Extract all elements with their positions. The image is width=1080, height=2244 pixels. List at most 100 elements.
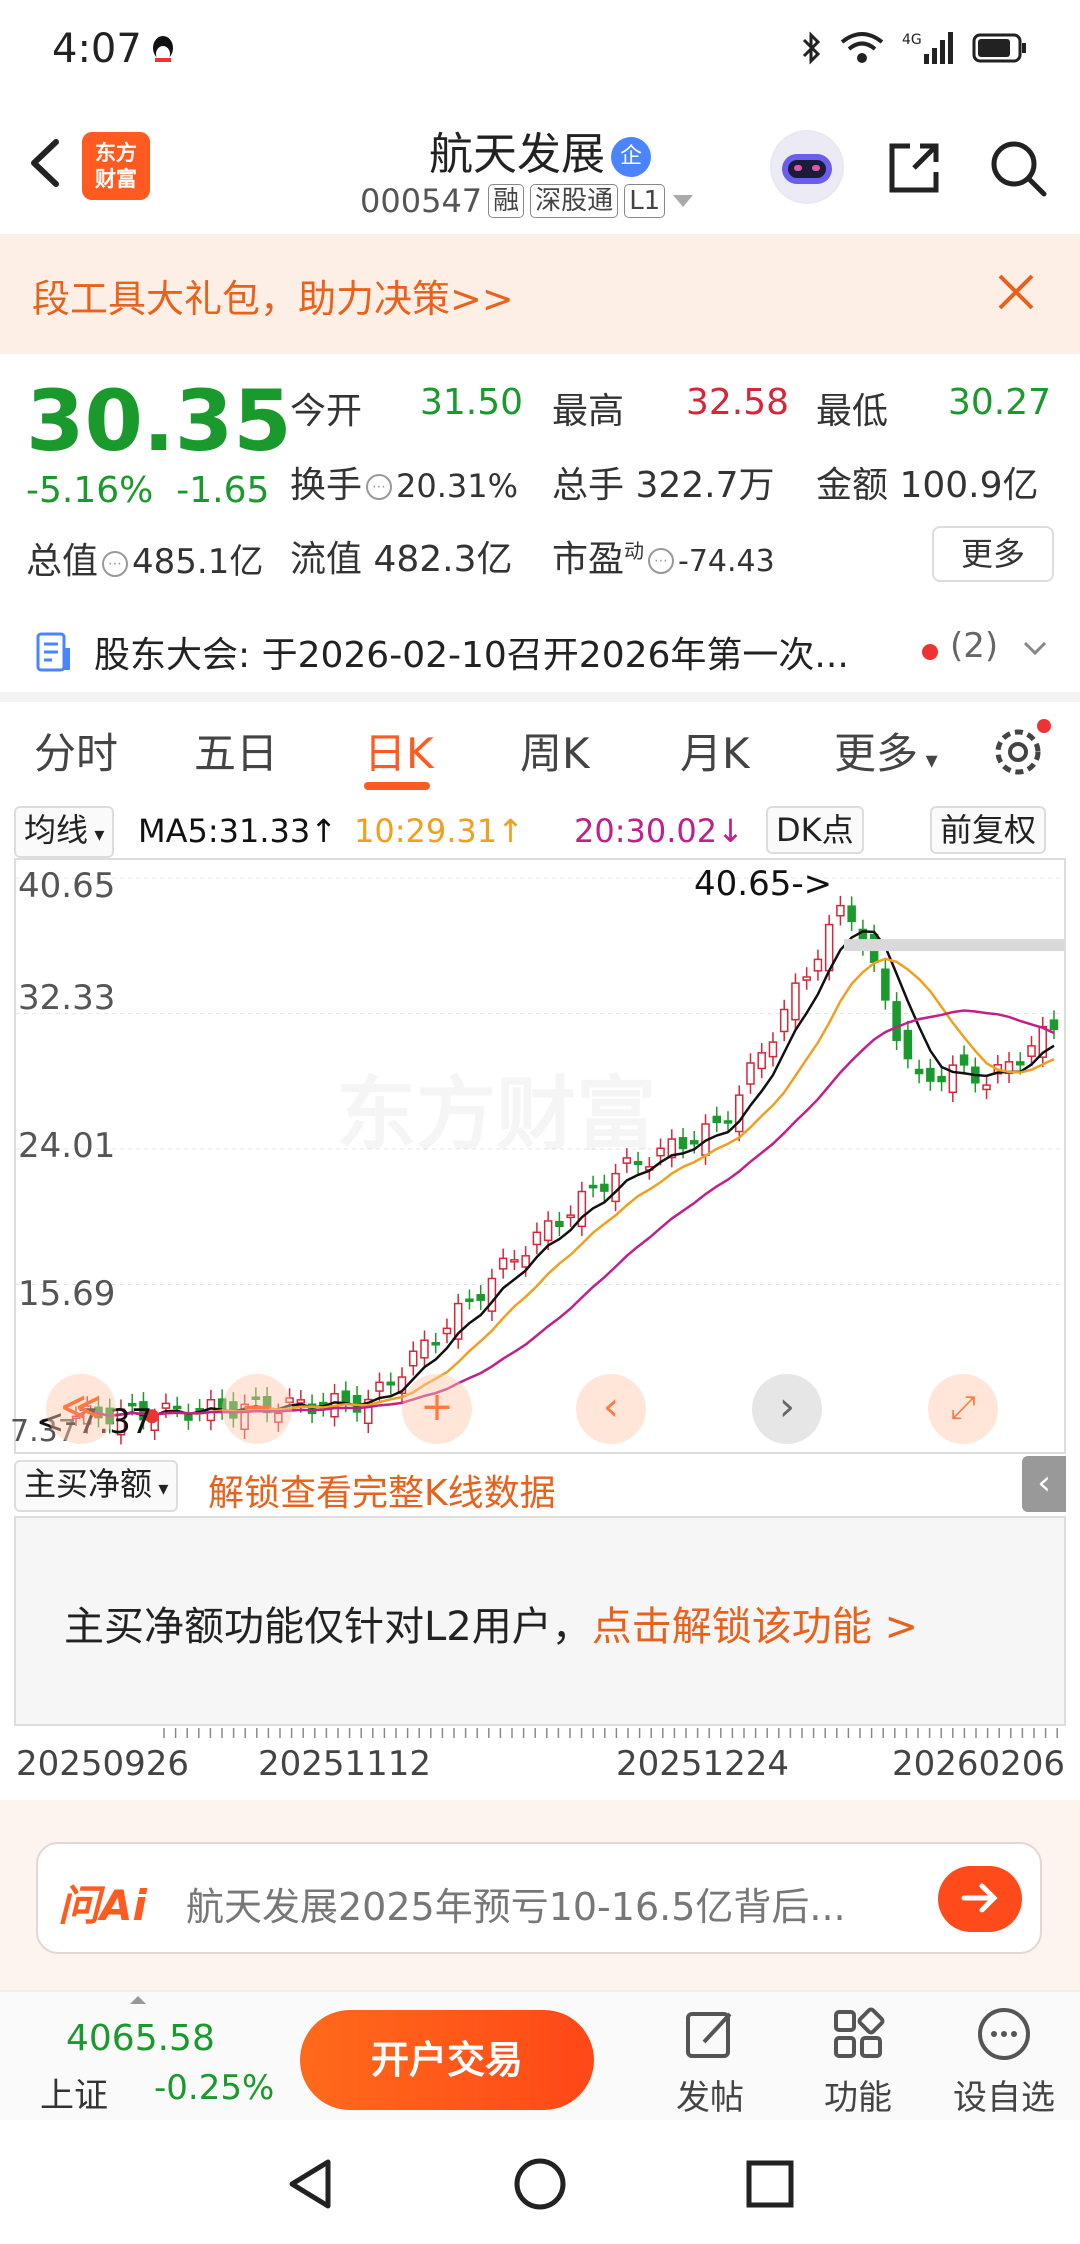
chevron-down-icon[interactable] (1022, 640, 1048, 658)
candle-body (712, 1115, 722, 1124)
candle-body (1016, 1061, 1025, 1066)
high-label: 最高 (552, 391, 625, 432)
low-label: 最低 (816, 391, 889, 432)
nav-recents-icon[interactable] (744, 2158, 796, 2210)
ai-question-box[interactable]: 问Ai 航天发展2025年预亏10-16.5亿背后... (36, 1842, 1042, 1954)
nav-back-icon[interactable] (284, 2156, 336, 2212)
caret-up-icon (130, 1996, 146, 2004)
turnover-field: 换手 ⋯ 20.31% (290, 456, 518, 508)
candle-body (386, 1381, 396, 1386)
ma5-text: MA5:31.33 (138, 812, 311, 850)
add-watchlist-button[interactable]: 设自选 (944, 2004, 1064, 2119)
ai-robot-icon[interactable] (770, 130, 844, 204)
candle-body (600, 1183, 609, 1192)
zoom-minus-button[interactable]: − (222, 1374, 292, 1444)
tab-weekly-k[interactable]: 周K (520, 720, 590, 781)
tab-more[interactable]: 更多 ▾ (834, 720, 938, 781)
ai-ask-section: 问Ai 航天发展2025年预亏10-16.5亿背后... (0, 1800, 1080, 1990)
index-value[interactable]: 4065.58 (66, 2018, 215, 2059)
last-price: 30.35 (26, 372, 292, 470)
unlock-feature-link[interactable]: 点击解锁该功能 > (592, 1604, 918, 1650)
date-ticks (163, 1728, 1058, 1738)
candle-body (476, 1294, 485, 1301)
dropdown-triangle-icon[interactable] (671, 193, 695, 209)
sub-indicator-selector[interactable]: 主买净额 ▾ (14, 1460, 179, 1512)
scroll-left-button[interactable]: ‹ (576, 1374, 646, 1444)
post-button[interactable]: 发帖 (650, 2004, 770, 2119)
promo-banner[interactable]: 段工具大礼包，助力决策>> (0, 234, 1080, 354)
open-label: 今开 (290, 391, 363, 432)
ma10-value: 10:29.31↑ (354, 812, 524, 850)
tab-five-day[interactable]: 五日 (194, 720, 278, 781)
more-circle-icon (978, 2008, 1030, 2060)
function-button[interactable]: 功能 (798, 2004, 918, 2119)
share-icon[interactable] (884, 138, 944, 198)
candle-body (420, 1339, 429, 1359)
candle-body (813, 958, 823, 972)
announcement-row[interactable]: 股东大会: 于2026-02-10召开2026年第一次... (2) (0, 612, 1080, 692)
banner-text[interactable]: 段工具大礼包，助力决策>> (32, 268, 514, 323)
total-value: 总值 ⋯ 485.1亿 (26, 532, 263, 584)
candle-body (161, 1402, 171, 1409)
ma-bar: 均线 ▾ MA5:31.33↑ 10:29.31↑ 20:30.02↓ DK点 … (0, 804, 1080, 858)
zoom-plus-button[interactable]: + (402, 1374, 472, 1444)
float-value: 482.3亿 (373, 539, 513, 580)
y-label-max: 40.65 (18, 866, 116, 906)
watchlist-label[interactable]: 设自选 (953, 2078, 1055, 2118)
candle-body (847, 905, 856, 923)
info-icon[interactable]: ⋯ (366, 474, 393, 500)
indicator-selector[interactable]: 均线 ▾ (14, 806, 115, 858)
nav-home-icon[interactable] (512, 2156, 568, 2212)
search-icon[interactable] (986, 136, 1050, 200)
float-field: 流值 482.3亿 (290, 530, 513, 582)
volume-label: 总手 (552, 465, 625, 506)
index-name[interactable]: 上证 (40, 2068, 108, 2117)
tab-daily-k[interactable]: 日K (364, 720, 434, 781)
indicator-selector-label[interactable]: 均线 (24, 811, 88, 849)
tag-connect: 深股通 (530, 184, 619, 218)
status-icons: 4G (800, 30, 1028, 66)
post-label[interactable]: 发帖 (676, 2078, 744, 2118)
info-icon[interactable]: ⋯ (648, 548, 675, 574)
kline-chart[interactable]: 40.65 32.33 24.01 15.69 7.37 40.65-> <-7… (10, 858, 1066, 1454)
tab-intraday[interactable]: 分时 (34, 720, 118, 781)
tag-level[interactable]: L1 (624, 184, 666, 218)
ai-logo: 问Ai (58, 1881, 147, 1930)
network-type: 4G (902, 32, 922, 48)
candle-body (746, 1062, 755, 1085)
tab-monthly-k[interactable]: 月K (680, 720, 750, 781)
ai-question[interactable]: 航天发展2025年预亏10-16.5亿背后... (186, 1876, 846, 1931)
sub-indicator-label[interactable]: 主买净额 (24, 1465, 152, 1503)
candle-body (408, 1350, 418, 1367)
function-label[interactable]: 功能 (824, 2078, 892, 2118)
open-account-button[interactable]: 开户交易 (300, 2010, 594, 2110)
ai-go-button[interactable] (938, 1866, 1022, 1932)
more-button[interactable]: 更多 (932, 526, 1054, 582)
collapse-panel-button[interactable]: ‹ (1022, 1456, 1066, 1512)
pe-label: 市盈 (552, 539, 625, 580)
dk-point-button[interactable]: DK点 (766, 806, 864, 854)
ma5-line (75, 930, 1055, 1418)
unlock-link[interactable]: 解锁查看完整K线数据 (208, 1464, 556, 1516)
stock-name: 航天发展 (429, 129, 605, 180)
amount-field: 金额 100.9亿 (816, 456, 1039, 508)
fullscreen-button[interactable]: ⤢ (928, 1374, 998, 1444)
amount-value: 100.9亿 (899, 465, 1039, 506)
stock-code-line: 000547 融 深股通 L1 (360, 182, 695, 220)
price-change: -5.16% -1.65 (26, 470, 269, 511)
candle-body (375, 1381, 384, 1392)
qq-icon (153, 36, 173, 62)
tab-more-label[interactable]: 更多 (834, 729, 918, 778)
settings-gear-icon[interactable] (988, 716, 1054, 782)
l2-locked-panel: 主买净额功能仅针对L2用户，点击解锁该功能 > (14, 1516, 1066, 1726)
candle-body (566, 1214, 575, 1219)
candle-body (734, 1094, 744, 1133)
close-icon[interactable] (994, 270, 1038, 314)
info-icon[interactable]: ⋯ (102, 550, 129, 577)
candle-body (836, 904, 845, 917)
zoom-out-far-button[interactable]: ≪ (46, 1374, 116, 1444)
adjust-button[interactable]: 前复权 (930, 806, 1047, 854)
scroll-right-button[interactable]: › (752, 1374, 822, 1444)
candle-body (1049, 1019, 1059, 1031)
index-change[interactable]: -0.25% (154, 2068, 274, 2108)
